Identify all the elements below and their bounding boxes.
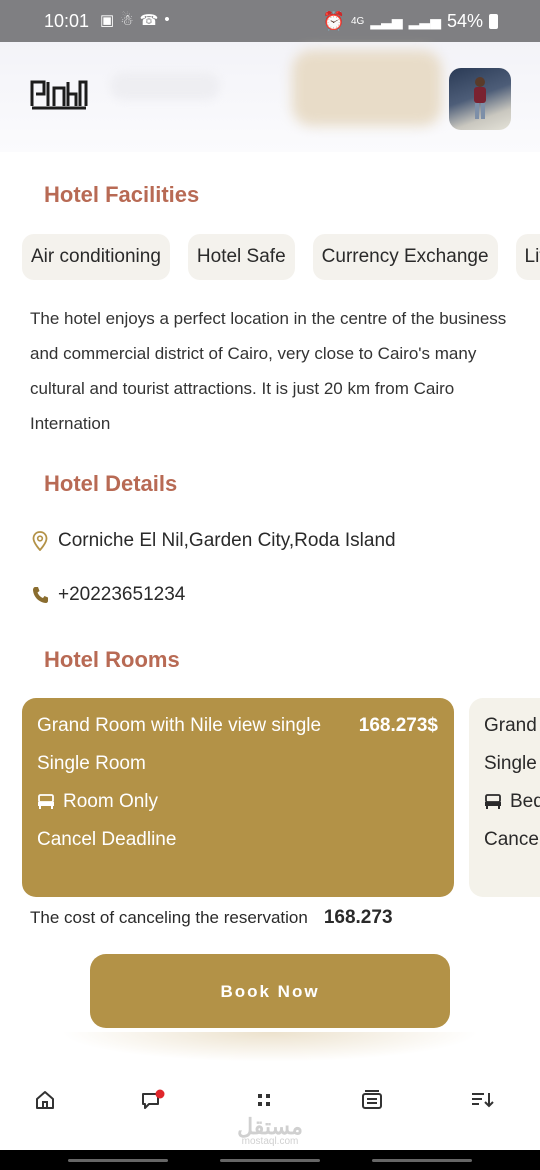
room-card[interactable]: Grand Single Bed Cancel [469,698,540,897]
room-card[interactable]: Grand Room with Nile view single 168.273… [22,698,454,897]
phone-icon [33,587,48,603]
notification-dot [155,1089,165,1099]
facility-chip[interactable]: Currency Exchange [312,234,498,280]
app-logo [30,80,88,110]
button-shadow [60,1032,480,1062]
signal-icon-2: ▂▃▅ [408,13,441,29]
gallery-icon: ▣ [100,12,115,29]
room-cancel-deadline: Cancel [484,829,540,850]
room-board-row: Bed [484,791,540,813]
book-now-button[interactable]: Book Now [90,954,450,1028]
room-board: Bed [510,791,540,812]
facility-chip[interactable]: Lifts [515,234,540,280]
battery-icon [489,14,498,29]
network-type: 4G [351,16,365,27]
location-pin-icon [32,531,48,551]
avatar-person-icon [474,77,486,119]
status-system-icons: ⏰ 4G ▂▃▅ ▂▃▅ 54% [323,11,498,32]
rooms-title: Hotel Rooms [44,647,180,672]
phone-row[interactable]: +20223651234 [32,584,185,606]
status-dot: • [164,11,170,28]
rooms-carousel[interactable]: Grand Room with Nile view single 168.273… [22,698,540,898]
hotel-phone[interactable]: +20223651234 [58,584,185,606]
sys-nav-recent[interactable] [68,1159,168,1162]
app-header [0,42,540,152]
cancellation-label: The cost of canceling the reservation [30,908,308,927]
grid-icon [258,1094,270,1106]
watermark-latin: mostaql.com [241,1136,299,1147]
status-bar: 10:01 ▣ ☃ ☎ • ⏰ 4G ▂▃▅ ▂▃▅ 54% [0,0,540,42]
system-nav-bar [0,1150,540,1170]
hotel-address: Corniche El Nil,Garden City,Roda Island [58,530,396,551]
room-board: Room Only [63,791,159,812]
header-blurred-text [110,72,220,100]
room-cancel-deadline: Cancel Deadline [37,829,177,850]
battery-level: 54% [446,11,483,31]
address-row: Corniche El Nil,Garden City,Roda Island [32,530,396,552]
user-avatar[interactable] [449,68,511,130]
hotel-description: The hotel enjoys a perfect location in t… [30,309,507,433]
room-type: Single Room [37,753,146,774]
room-board-row: Room Only [37,791,158,813]
room-name: Grand Room with Nile view single [37,715,322,736]
cancellation-value: 168.273 [323,907,393,928]
bed-icon [38,794,54,809]
watermark: مستقل mostaql.com [0,1114,540,1147]
list-icon [362,1090,382,1109]
snapchat-icon: ☃ [120,12,134,29]
facility-chip[interactable]: Air conditioning [22,234,170,280]
header-blurred-button[interactable] [292,50,442,126]
facilities-chip-list[interactable]: Air conditioning Hotel Safe Currency Exc… [22,234,540,280]
signal-icon: ▂▃▅ [370,13,403,29]
chat-icon [142,1089,165,1109]
room-price: 168.273$ [358,715,438,736]
facilities-title: Hotel Facilities [44,182,200,207]
home-icon [36,1091,54,1109]
sys-nav-back[interactable] [372,1159,472,1162]
sys-nav-home[interactable] [220,1159,320,1162]
whatsapp-icon: ☎ [139,12,159,29]
status-notification-icons: ▣ ☃ ☎ • [100,11,170,29]
facility-chip[interactable]: Hotel Safe [187,234,295,280]
alarm-icon: ⏰ [322,11,345,31]
bed-icon [485,794,501,809]
status-time: 10:01 [44,11,90,31]
room-name: Grand [484,715,537,736]
room-type: Single [484,753,537,774]
details-title: Hotel Details [44,471,178,496]
cancellation-cost-row: The cost of canceling the reservation 16… [30,907,393,929]
sort-icon [472,1093,494,1108]
